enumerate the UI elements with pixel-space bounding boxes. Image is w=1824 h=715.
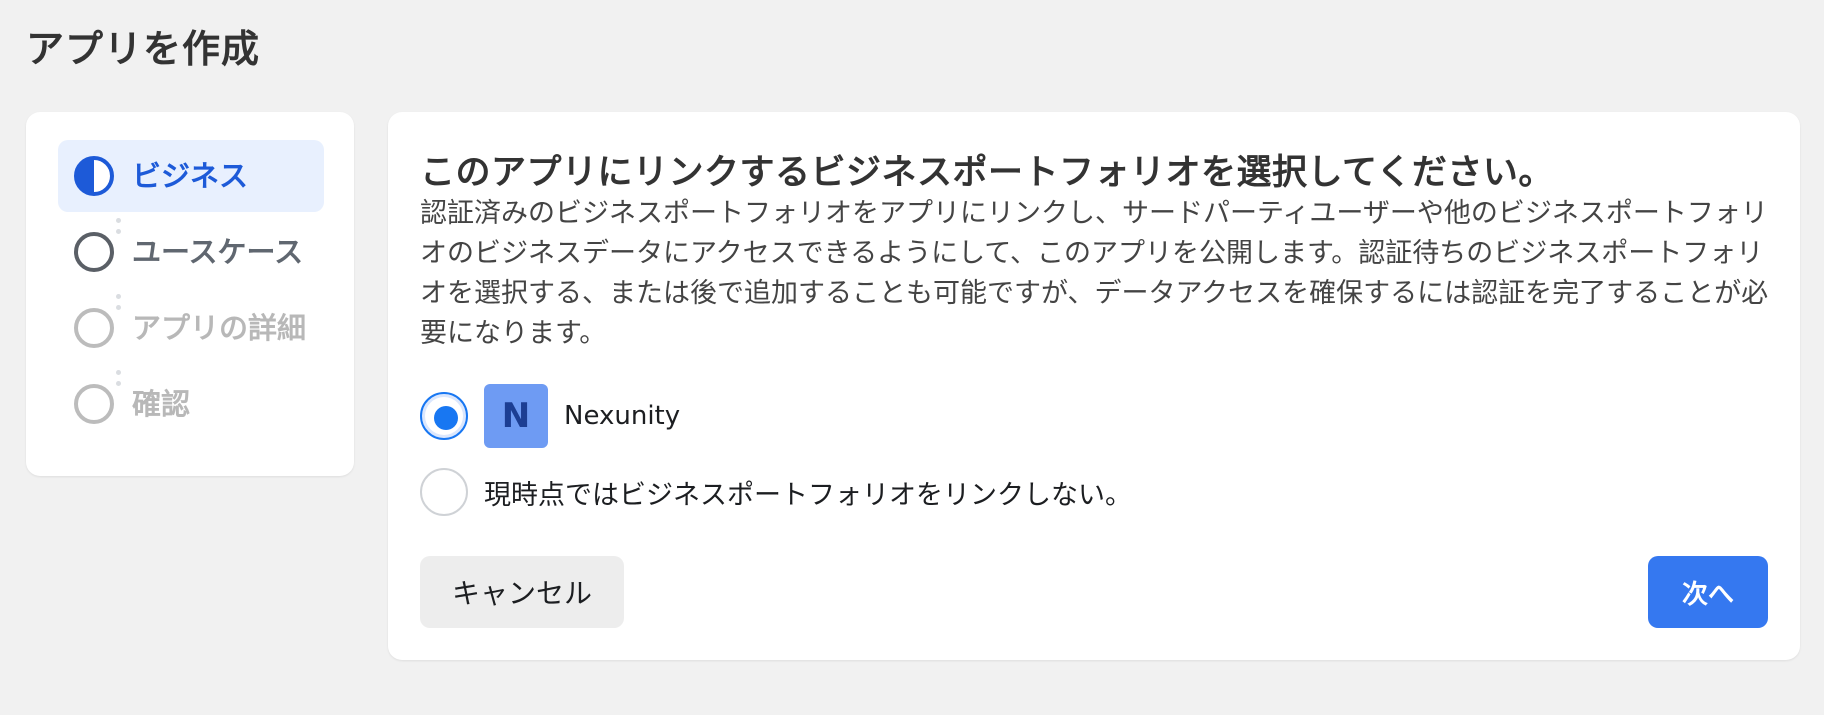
option-no-link[interactable]: 現時点ではビジネスポートフォリオをリンクしない。 xyxy=(420,468,1132,516)
step-label: ユースケース xyxy=(132,235,304,269)
stepper-card: ビジネス ユースケース アプリの詳細 確認 xyxy=(26,112,354,476)
page-title: アプリを作成 xyxy=(26,27,261,71)
cancel-button[interactable]: キャンセル xyxy=(420,556,624,628)
option-label: 現時点ではビジネスポートフォリオをリンクしない。 xyxy=(484,479,1132,511)
option-label: Nexunity xyxy=(564,401,681,431)
radio-button-unchecked[interactable] xyxy=(420,468,468,516)
section-description: 認証済みのビジネスポートフォリオをアプリにリンクし、サードパーティユーザーや他の… xyxy=(420,198,1769,349)
step-app-details: アプリの詳細 xyxy=(58,292,324,364)
circle-outline-icon xyxy=(74,384,114,424)
step-use-case[interactable]: ユースケース xyxy=(58,216,324,288)
half-filled-circle-icon xyxy=(74,156,114,196)
step-label: ビジネス xyxy=(132,159,249,193)
circle-outline-icon xyxy=(74,232,114,272)
option-nexunity[interactable]: N Nexunity xyxy=(420,384,680,448)
section-heading: このアプリにリンクするビジネスポートフォリオを選択してください。 xyxy=(420,153,1554,193)
step-label: アプリの詳細 xyxy=(132,311,307,345)
main-card: このアプリにリンクするビジネスポートフォリオを選択してください。 認証済みのビジ… xyxy=(388,112,1800,660)
radio-button-checked[interactable] xyxy=(420,392,468,440)
circle-outline-icon xyxy=(74,308,114,348)
step-label: 確認 xyxy=(132,387,191,421)
business-avatar: N xyxy=(484,384,548,448)
step-confirm: 確認 xyxy=(58,368,324,440)
step-business[interactable]: ビジネス xyxy=(58,140,324,212)
next-button[interactable]: 次へ xyxy=(1648,556,1768,628)
